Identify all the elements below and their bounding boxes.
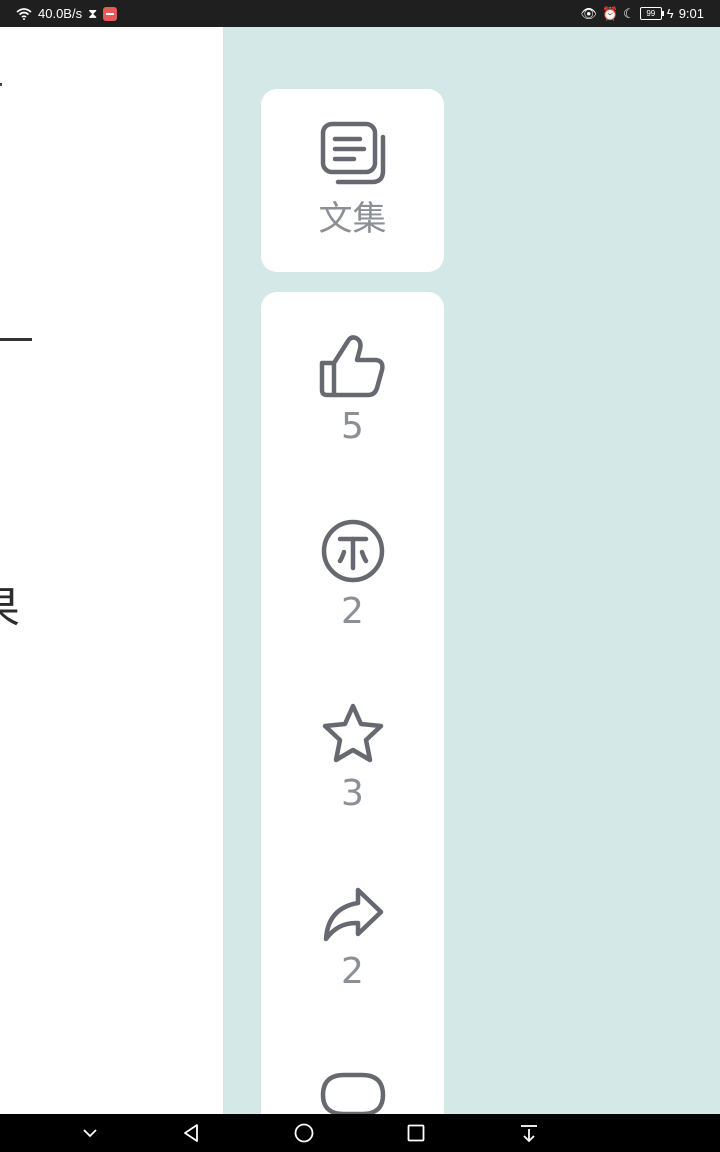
- wifi-icon: [16, 8, 32, 20]
- alarm-icon: ⏰: [601, 5, 619, 21]
- article-text-fragment: 果: [0, 572, 20, 636]
- back-icon[interactable]: [179, 1121, 203, 1145]
- eye-icon: 👁: [580, 5, 597, 21]
- charging-icon: ϟ: [666, 6, 674, 21]
- moon-icon: ☾: [623, 5, 635, 21]
- recent-apps-icon[interactable]: [404, 1121, 428, 1145]
- battery-icon: 99: [639, 7, 664, 20]
- coin-icon: [321, 519, 384, 583]
- like-count: 5: [341, 406, 364, 447]
- app-notification-icon: [103, 6, 118, 21]
- collection-icon: [320, 121, 385, 185]
- share-count: 2: [341, 951, 364, 992]
- coin-button[interactable]: 2: [261, 518, 444, 632]
- favorite-count: 3: [341, 773, 364, 814]
- article-panel: 果: [0, 27, 223, 1114]
- hourglass-icon: ⧗: [88, 5, 98, 21]
- text-fragment-mark: [0, 83, 2, 86]
- network-speed: 40.0B/s: [38, 6, 83, 21]
- thumbs-up-icon: [319, 335, 385, 398]
- navigation-bar: [0, 1114, 720, 1152]
- share-icon: [323, 887, 383, 942]
- dash-divider: [0, 338, 32, 341]
- collection-button[interactable]: 文集: [261, 89, 444, 272]
- favorite-button[interactable]: 3: [261, 702, 444, 814]
- home-icon[interactable]: [292, 1121, 316, 1145]
- coin-count: 2: [341, 591, 364, 632]
- notification-shade-icon[interactable]: [517, 1121, 541, 1145]
- actions-panel: 5 2 3 2: [261, 292, 444, 1152]
- like-button[interactable]: 5: [261, 333, 444, 447]
- collection-label: 文集: [318, 199, 387, 239]
- share-button[interactable]: 2: [261, 886, 444, 992]
- status-bar: 40.0B/s ⧗ 👁 ⏰ ☾ 99 ϟ 9:01: [0, 0, 720, 27]
- star-icon: [322, 703, 383, 763]
- hide-keyboard-chevron-icon[interactable]: [78, 1121, 102, 1145]
- clock-time: 9:01: [678, 6, 704, 21]
